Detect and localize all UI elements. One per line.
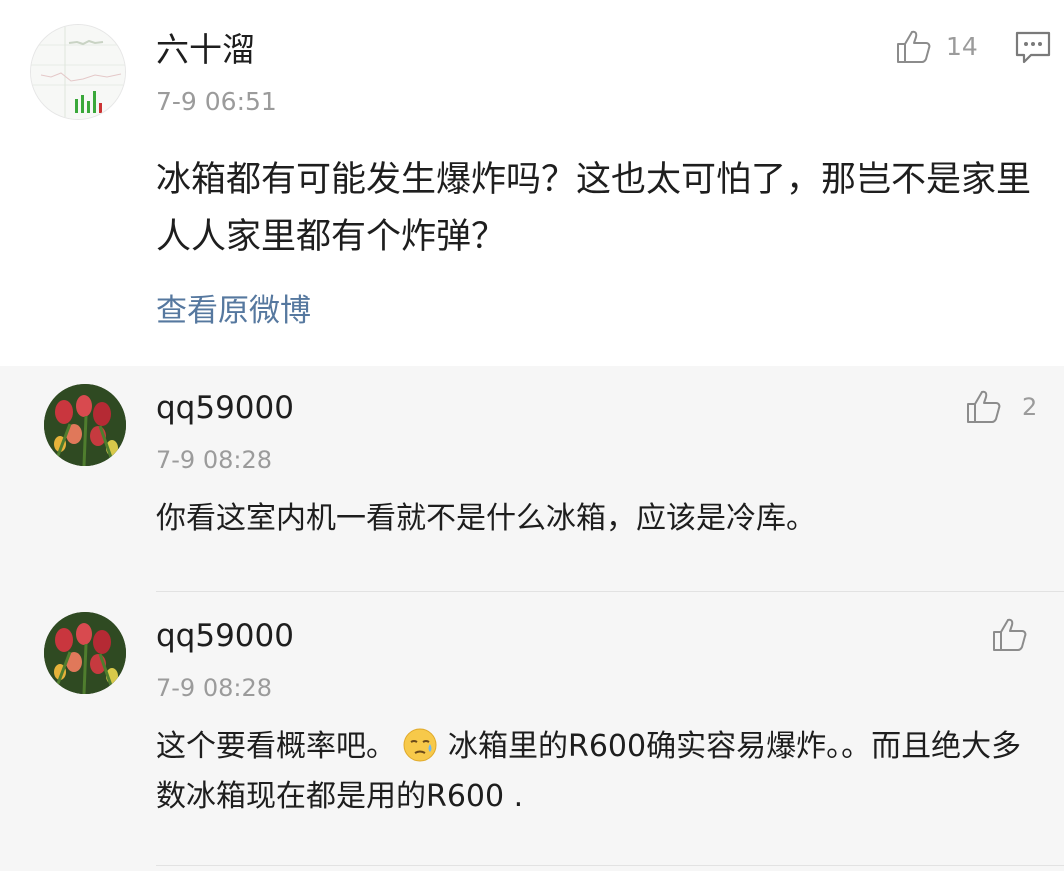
divider	[156, 865, 1064, 866]
divider	[156, 591, 1064, 592]
reply-timestamp: 7-9 08:28	[156, 674, 272, 702]
stock-chart-avatar-image	[31, 25, 125, 119]
reply-text: 你看这室内机一看就不是什么冰箱，应该是冷库。	[156, 501, 816, 536]
flower-avatar-image	[44, 384, 126, 466]
avatar[interactable]	[44, 612, 126, 694]
main-post: 六十溜 7-9 06:51 14 冰箱都有可能发生爆炸吗？这也太可怕了，那岂不是…	[0, 0, 1064, 366]
reply-item: qq59000 7-9 08:28 2 你看这室内机一看就不是什么冰箱，应该是冷…	[0, 366, 1064, 592]
reply-text: 这个要看概率吧。 冰箱里的R600确实容易爆炸。。而且绝大多数冰箱现在都是用的R…	[156, 722, 1046, 822]
flower-avatar-image	[44, 612, 126, 694]
sweat-smile-emoji	[403, 728, 437, 762]
comment-icon	[1015, 31, 1051, 64]
post-text: 冰箱都有可能发生爆炸吗？这也太可怕了，那岂不是家里人人家里都有个炸弹？	[156, 160, 1032, 257]
reply-like-button[interactable]: 2	[964, 388, 1037, 426]
post-timestamp: 7-9 06:51	[156, 87, 277, 116]
post-author-name[interactable]: 六十溜	[156, 28, 255, 72]
post-like-button[interactable]: 14	[894, 28, 978, 66]
post-like-count: 14	[946, 32, 978, 61]
avatar[interactable]	[44, 384, 126, 466]
reply-like-count: 2	[1022, 393, 1038, 421]
thumbs-up-icon	[967, 390, 1001, 423]
reply-list: qq59000 7-9 08:28 2 你看这室内机一看就不是什么冰箱，应该是冷…	[0, 366, 1064, 871]
reply-author-name[interactable]: qq59000	[156, 616, 294, 656]
thumbs-up-icon	[993, 618, 1027, 651]
view-original-weibo-link[interactable]: 查看原微博	[156, 290, 311, 332]
reply-author-name[interactable]: qq59000	[156, 388, 294, 428]
weibo-comment-thread: 六十溜 7-9 06:51 14 冰箱都有可能发生爆炸吗？这也太可怕了，那岂不是…	[0, 0, 1064, 871]
reply-timestamp: 7-9 08:28	[156, 446, 272, 474]
reply-like-button[interactable]	[990, 616, 1028, 654]
reply-text-part: 这个要看概率吧。	[156, 729, 396, 764]
thumbs-up-icon	[897, 30, 931, 63]
comment-button[interactable]	[1014, 30, 1052, 66]
avatar[interactable]	[30, 24, 126, 120]
reply-item: qq59000 7-9 08:28 这个要看概率吧。 冰箱里的R600确实容易爆…	[0, 594, 1064, 871]
